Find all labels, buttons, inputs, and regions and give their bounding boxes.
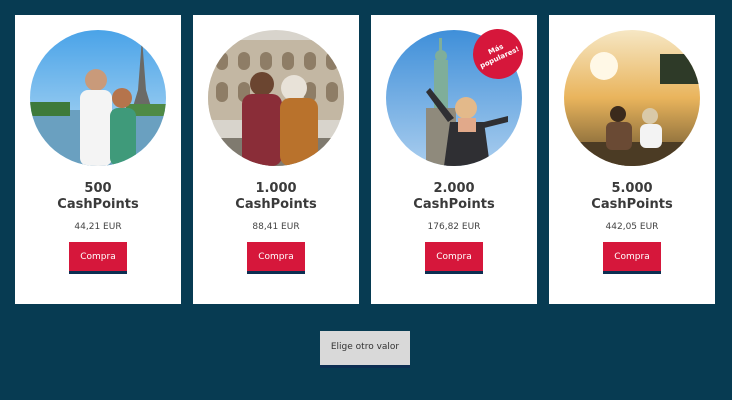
points-unit: CashPoints	[591, 197, 673, 212]
cashpoints-card-5000: 5.000 CashPoints 442,05 EUR Compra	[549, 15, 715, 304]
points-number: 1.000	[255, 181, 297, 196]
buy-button[interactable]: Compra	[69, 242, 127, 274]
photo-couple-paris	[30, 30, 166, 166]
points-amount: 2.000 CashPoints	[371, 181, 537, 213]
buy-button[interactable]: Compra	[603, 242, 661, 274]
cashpoints-card-1000: 1.000 CashPoints 88,41 EUR Compra	[193, 15, 359, 304]
points-unit: CashPoints	[57, 197, 139, 212]
photo-couple-sunset	[564, 30, 700, 166]
cashpoints-card-500: 500 CashPoints 44,21 EUR Compra	[15, 15, 181, 304]
cashpoints-options: 500 CashPoints 44,21 EUR Compra 1.000 Ca…	[0, 0, 732, 310]
points-unit: CashPoints	[235, 197, 317, 212]
cashpoints-card-2000: Más populares! 2.000 CashPoints 176,82 E…	[371, 15, 537, 304]
price: 176,82 EUR	[427, 222, 481, 232]
points-amount: 1.000 CashPoints	[193, 181, 359, 213]
points-number: 5.000	[611, 181, 653, 196]
points-amount: 500 CashPoints	[15, 181, 181, 213]
points-unit: CashPoints	[413, 197, 495, 212]
price: 442,05 EUR	[605, 222, 659, 232]
points-number: 500	[84, 181, 112, 196]
photo-couple-rome	[208, 30, 344, 166]
points-number: 2.000	[433, 181, 475, 196]
buy-button[interactable]: Compra	[247, 242, 305, 274]
choose-other-value-button[interactable]: Elige otro valor	[320, 331, 410, 368]
price: 88,41 EUR	[252, 222, 300, 232]
points-amount: 5.000 CashPoints	[549, 181, 715, 213]
price: 44,21 EUR	[74, 222, 122, 232]
buy-button[interactable]: Compra	[425, 242, 483, 274]
